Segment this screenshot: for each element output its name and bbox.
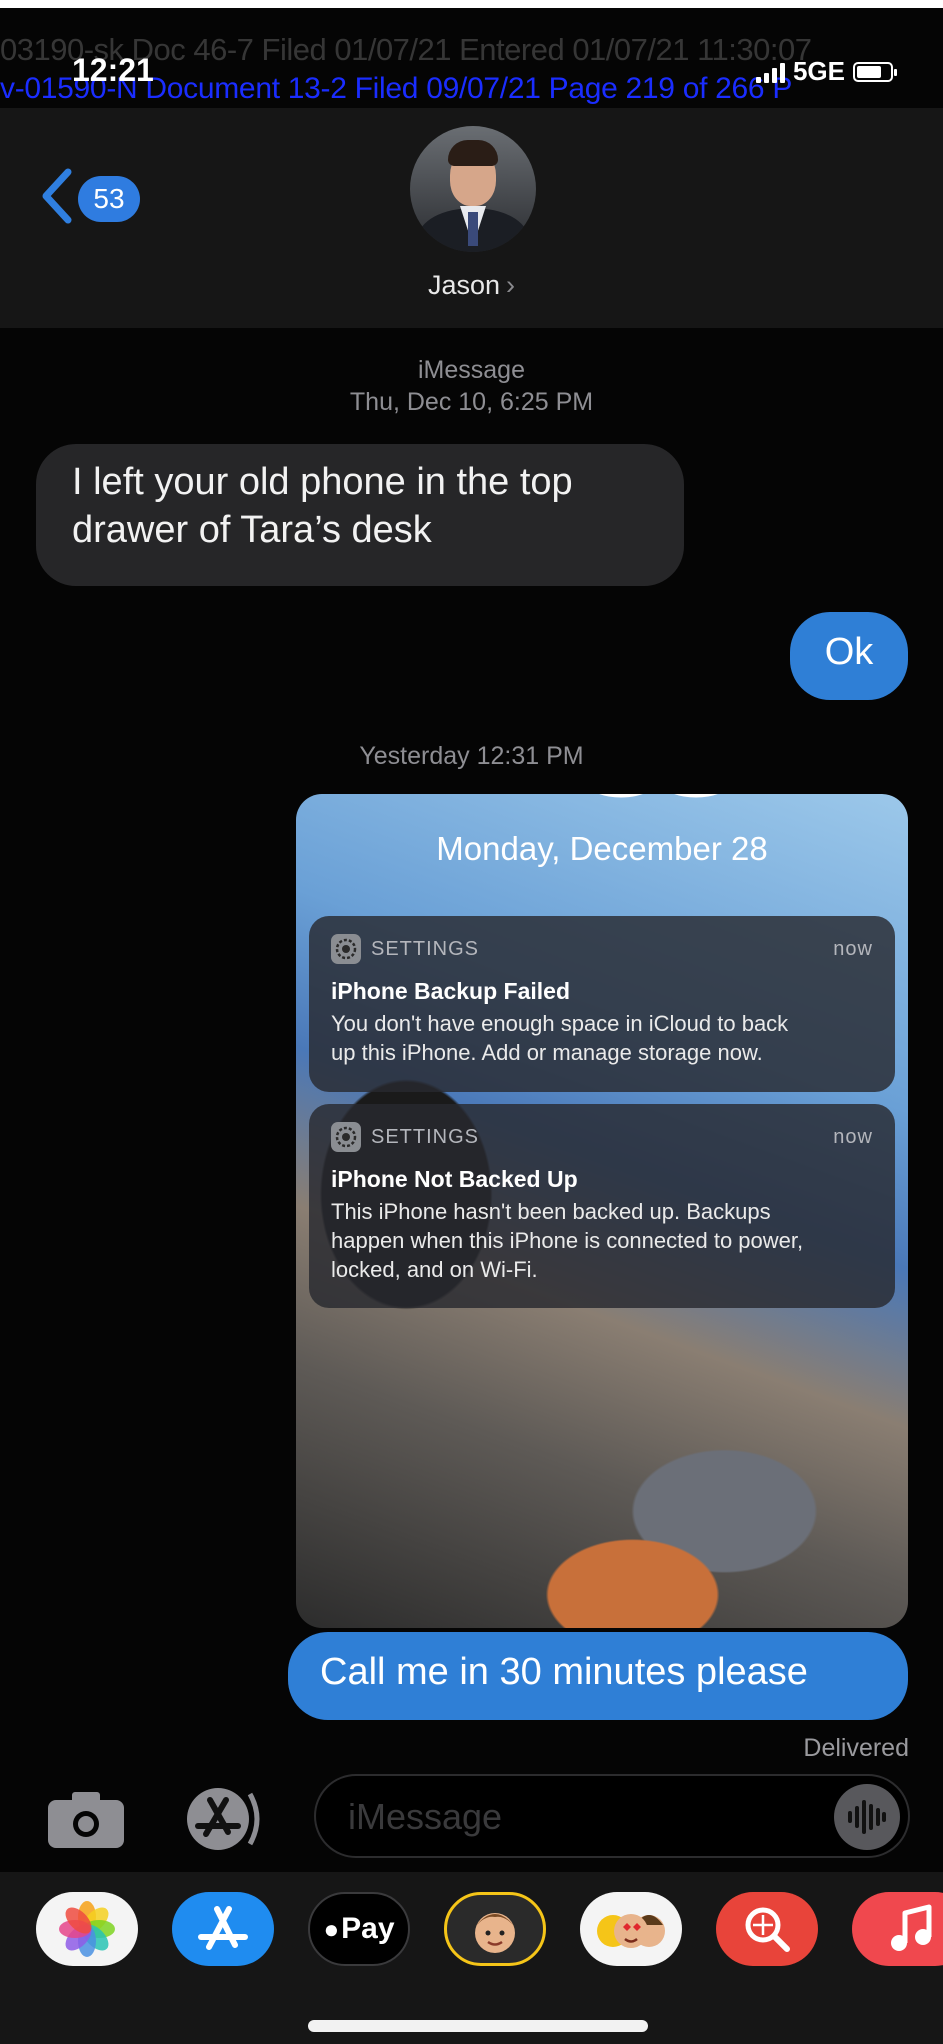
incoming-message[interactable]: I left your old phone in the top drawer … xyxy=(36,444,684,586)
app-store-app-icon[interactable] xyxy=(172,1892,274,1966)
unread-count-badge[interactable]: 53 xyxy=(78,176,140,222)
settings-gear-icon xyxy=(331,1122,361,1152)
notification-app-name: SETTINGS xyxy=(371,1125,480,1148)
timestamp-2: Yesterday 12:31 PM xyxy=(359,742,584,770)
conversation-header: 53 Jason › xyxy=(0,108,943,328)
notification-body-line: You don't have enough space in iCloud to… xyxy=(331,1011,789,1036)
settings-gear-icon xyxy=(331,934,361,964)
delivery-status: Delivered xyxy=(803,1734,909,1762)
message-line: I left your old phone in the top xyxy=(72,461,573,503)
timestamp-1: Thu, Dec 10, 6:25 PM xyxy=(349,388,594,416)
contact-avatar[interactable] xyxy=(410,126,536,252)
apple-pay-app-icon[interactable]: ● Pay xyxy=(308,1892,410,1966)
phone-screen: 03190-sk Doc 46-7 Filed 01/07/21 Entered… xyxy=(0,8,943,2044)
memoji-stickers-app-icon[interactable] xyxy=(580,1892,682,1966)
home-indicator xyxy=(308,2020,648,2032)
apple-pay-label: Pay xyxy=(341,1912,395,1945)
message-line: drawer of Tara’s desk xyxy=(72,509,432,551)
app-store-icon[interactable] xyxy=(178,1786,270,1852)
music-app-icon[interactable] xyxy=(852,1892,943,1966)
memoji-app-icon[interactable] xyxy=(444,1892,546,1966)
chevron-right-icon: › xyxy=(506,270,516,300)
signal-icon xyxy=(755,61,785,83)
notification-time: now xyxy=(833,1125,873,1148)
status-time: 12:21 xyxy=(72,52,154,88)
outgoing-message[interactable]: Ok xyxy=(790,612,908,700)
back-chevron-icon[interactable] xyxy=(38,166,78,226)
image-search-app-icon[interactable] xyxy=(716,1892,818,1966)
network-type: 5GE xyxy=(792,56,845,86)
status-icons: 5GE xyxy=(755,56,897,87)
outgoing-message[interactable]: Call me in 30 minutes please xyxy=(288,1632,908,1720)
notification-title: iPhone Backup Failed xyxy=(331,978,570,1004)
waveform-icon xyxy=(848,1800,886,1834)
screenshot-attachment[interactable]: Monday, December 28 SETTINGS now iPhone … xyxy=(296,794,908,1628)
photos-app-icon[interactable] xyxy=(36,1892,138,1966)
lockscreen-time-fragment xyxy=(599,794,718,798)
app-drawer: ● Pay xyxy=(0,1872,943,2044)
notification-backup-failed: SETTINGS now iPhone Backup Failed You do… xyxy=(309,916,895,1092)
camera-icon[interactable] xyxy=(46,1790,126,1850)
notification-body-line: up this iPhone. Add or manage storage no… xyxy=(331,1040,763,1065)
notification-not-backed-up: SETTINGS now iPhone Not Backed Up This i… xyxy=(309,1104,895,1308)
notification-body-line: locked, and on Wi-Fi. xyxy=(331,1257,538,1282)
service-label: iMessage xyxy=(418,356,525,384)
apple-logo-icon: ● xyxy=(323,1913,340,1944)
notification-body-line: happen when this iPhone is connected to … xyxy=(331,1228,804,1253)
contact-name-button[interactable]: Jason › xyxy=(0,270,943,301)
lockscreen-date: Monday, December 28 xyxy=(436,830,768,867)
audio-message-button[interactable] xyxy=(834,1784,900,1850)
notification-time: now xyxy=(833,937,873,960)
battery-icon xyxy=(853,61,897,82)
notification-body-line: This iPhone hasn't been backed up. Backu… xyxy=(331,1199,771,1224)
message-input[interactable] xyxy=(348,1788,798,1846)
notification-title: iPhone Not Backed Up xyxy=(331,1166,578,1192)
notification-app-name: SETTINGS xyxy=(371,937,480,960)
message-input-field[interactable] xyxy=(314,1774,910,1858)
contact-name: Jason xyxy=(427,270,501,300)
